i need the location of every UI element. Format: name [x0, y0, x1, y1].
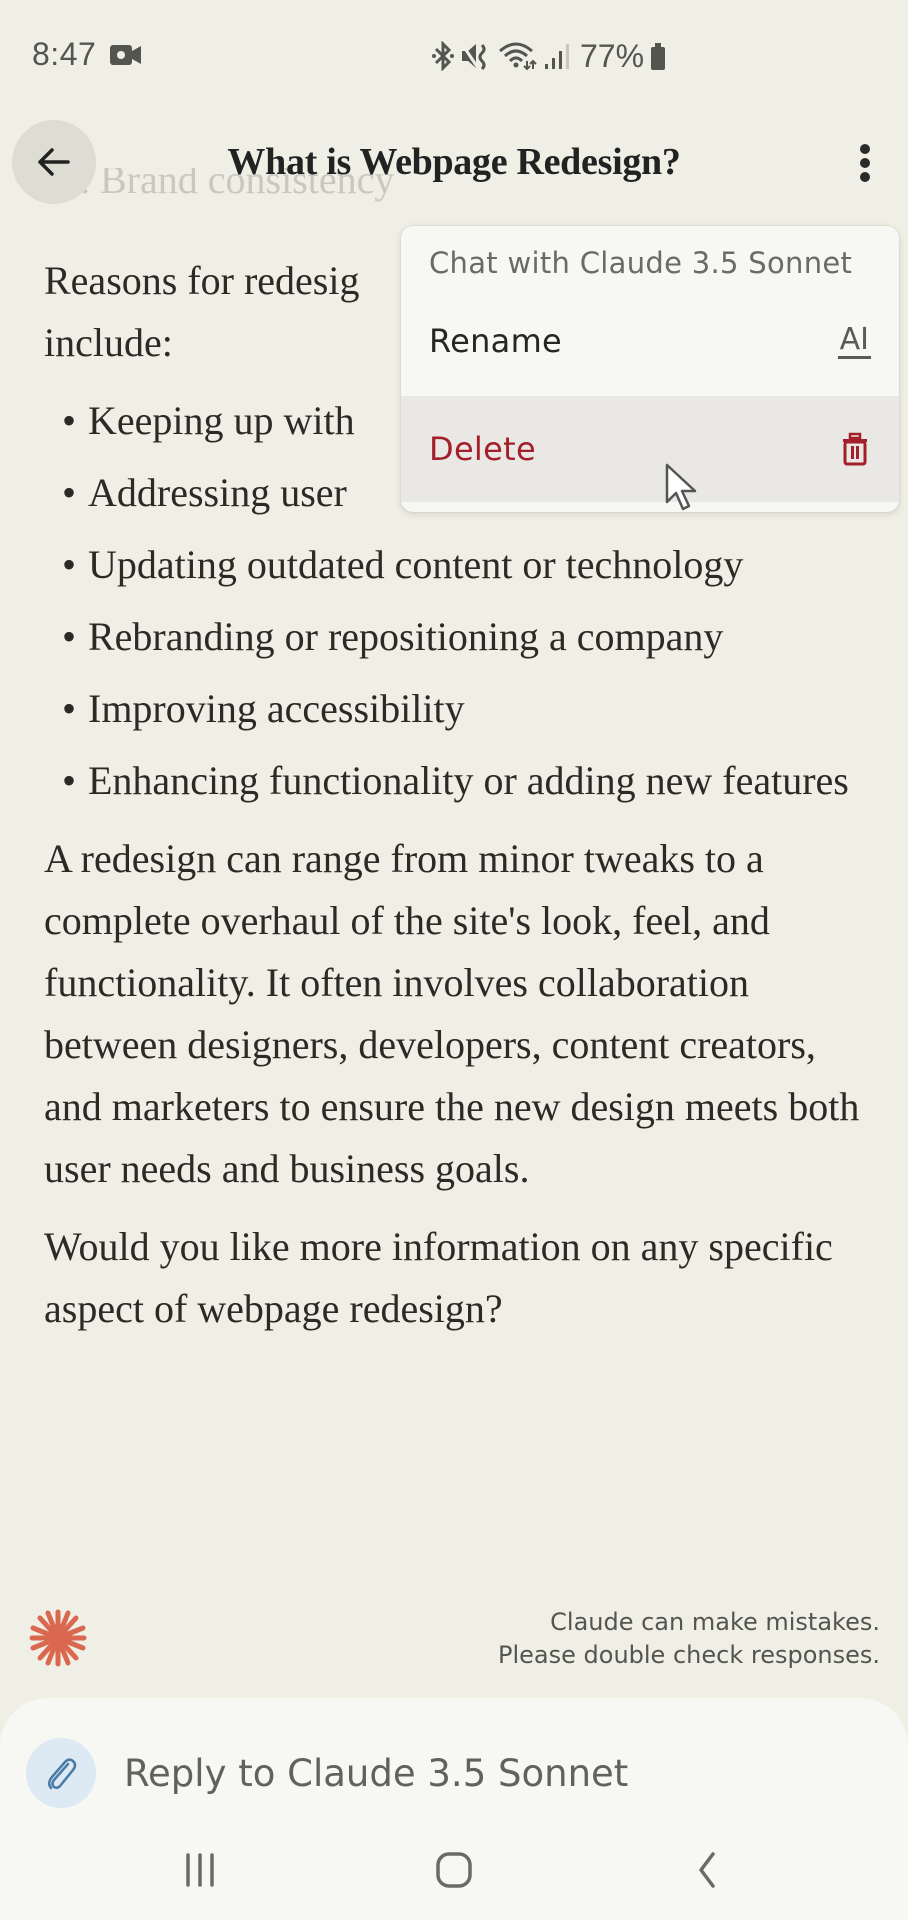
more-vertical-icon [860, 144, 870, 154]
more-vertical-icon-dot [860, 172, 870, 182]
rename-ai-icon: AI [837, 321, 871, 359]
menu-item-label: Rename [429, 322, 563, 360]
more-options-button[interactable] [848, 138, 882, 188]
paperclip-icon [48, 1758, 77, 1790]
mouse-cursor-icon [665, 463, 697, 511]
video-record-icon [110, 45, 141, 65]
more-vertical-icon-dot [860, 158, 870, 168]
message-paragraph: A redesign can range from minor tweaks t… [44, 836, 860, 1191]
claude-asterisk-icon [29, 1609, 87, 1667]
chat-header: What is Webpage Redesign? [0, 110, 908, 220]
list-item: Rebranding or repositioning a company [44, 606, 874, 668]
list-item: Updating outdated content or technology [44, 534, 874, 596]
wifi-icon [499, 42, 537, 71]
recent-apps-icon [186, 1853, 214, 1887]
reply-input[interactable] [124, 1742, 844, 1804]
menu-item-label: Delete [429, 430, 536, 468]
status-icons: 77% [432, 36, 666, 76]
intro-line-1: Reasons for redesig [44, 258, 360, 303]
system-back-button[interactable] [668, 1840, 748, 1900]
menu-item-delete[interactable]: Delete [401, 396, 899, 502]
disclaimer: Claude can make mistakes. Please double … [498, 1606, 880, 1672]
back-icon [699, 1852, 715, 1888]
system-nav-bar [0, 1830, 908, 1910]
home-icon [436, 1852, 472, 1888]
status-time: 8:47 [32, 36, 97, 72]
battery-percent: 77% [580, 37, 645, 74]
signal-icon [545, 44, 569, 69]
disclaimer-line-1: Claude can make mistakes. [550, 1608, 880, 1636]
battery-icon [651, 43, 666, 70]
home-button[interactable] [414, 1840, 494, 1900]
page-title: What is Webpage Redesign? [227, 141, 681, 183]
intro-line-2: include: [44, 320, 173, 365]
message-closing: Would you like more information on any s… [44, 1224, 833, 1331]
status-bar: 8:47 77% [0, 0, 908, 110]
trash-icon [843, 432, 867, 466]
mute-vibrate-icon [460, 43, 486, 71]
menu-item-rename[interactable]: Rename AI [401, 286, 899, 396]
disclaimer-line-2: Please double check responses. [498, 1641, 880, 1669]
bluetooth-icon [432, 41, 454, 71]
attach-button[interactable] [26, 1738, 96, 1808]
menu-header: Chat with Claude 3.5 Sonnet [429, 246, 853, 280]
list-item: Improving accessibility [44, 678, 874, 740]
chat-options-menu: Chat with Claude 3.5 Sonnet Rename AI De… [401, 226, 899, 512]
list-item: Enhancing functionality or adding new fe… [44, 750, 874, 812]
recent-apps-button[interactable] [160, 1840, 240, 1900]
